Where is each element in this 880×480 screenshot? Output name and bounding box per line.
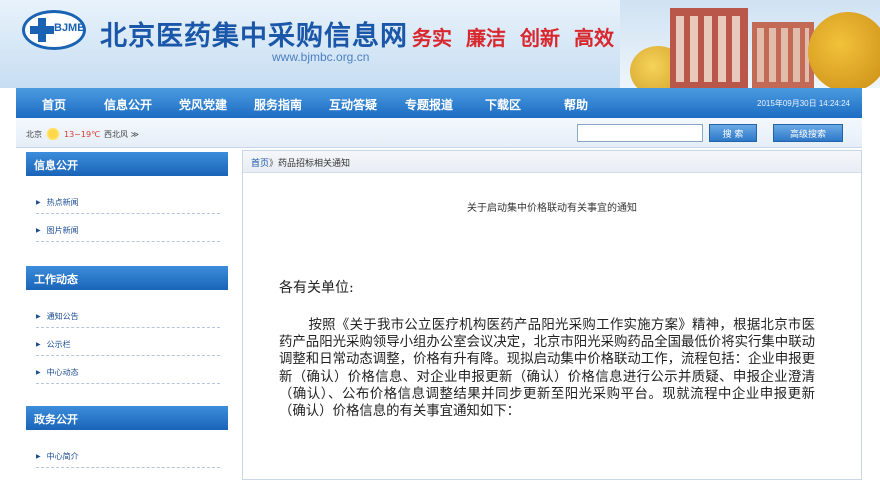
nav-item-service-guide[interactable]: 服务指南 <box>254 96 302 113</box>
medical-cross-icon <box>30 18 54 42</box>
weather-city: 北京 <box>26 129 42 139</box>
bullet-icon: ▶ <box>36 227 41 234</box>
slogan: 务实 <box>412 26 452 50</box>
current-datetime: 2015年09月30日 14:24:24 <box>757 99 850 108</box>
bullet-icon: ▶ <box>36 341 41 348</box>
sidebar-item-label: 公示栏 <box>46 340 71 349</box>
bullet-icon: ▶ <box>36 369 41 376</box>
sidebar-item-hot-news[interactable]: ▶ 热点新闻 <box>36 192 220 214</box>
advanced-search-button[interactable]: 高级搜索 <box>773 124 843 142</box>
breadcrumb-separator: 》 <box>269 159 279 169</box>
nav-item-download[interactable]: 下载区 <box>485 96 521 113</box>
sub-bar: 北京 13~19℃ 西北风 ≫ 搜 索 高级搜索 <box>16 118 862 148</box>
site-url: www.bjmbc.org.cn <box>272 50 370 64</box>
sidebar-section-title[interactable]: 政务公开 <box>26 406 228 430</box>
sidebar-item-label: 中心简介 <box>46 452 79 461</box>
search-button[interactable]: 搜 索 <box>709 124 757 142</box>
sidebar-item-center-news[interactable]: ▶ 中心动态 <box>36 362 220 384</box>
slogans: 务实 廉洁 创新 高效 <box>412 22 614 51</box>
sidebar-item-label: 热点新闻 <box>46 198 79 207</box>
slogan: 廉洁 <box>466 26 506 50</box>
slogan: 创新 <box>520 26 560 50</box>
sidebar-item-label: 图片新闻 <box>46 226 79 235</box>
sidebar-item-photo-news[interactable]: ▶ 图片新闻 <box>36 220 220 242</box>
sidebar-section-title[interactable]: 工作动态 <box>26 266 228 290</box>
nav-item-party[interactable]: 党风党建 <box>179 96 227 113</box>
nav-item-qa[interactable]: 互动答疑 <box>329 96 377 113</box>
logo-text: BJMB <box>54 22 86 34</box>
article-title: 关于启动集中价格联动有关事宜的通知 <box>467 203 637 214</box>
main-nav: 首页 信息公开 党风党建 服务指南 互动答疑 专题报道 下载区 帮助 2015年… <box>16 88 862 118</box>
weather-wind: 西北风 ≫ <box>104 129 139 139</box>
weather-widget: 北京 13~19℃ 西北风 ≫ <box>26 128 139 140</box>
article-salutation: 各有关单位: <box>279 280 354 296</box>
article-body: 按照《关于我市公立医疗机构医药产品阳光采购工作实施方案》精神，根据北京市医药产品… <box>279 318 815 420</box>
slogan: 高效 <box>574 26 614 50</box>
bullet-icon: ▶ <box>36 199 41 206</box>
bullet-icon: ▶ <box>36 453 41 460</box>
article-panel: 首页 》 药品招标相关通知 关于启动集中价格联动有关事宜的通知 各有关单位: 按… <box>242 150 862 480</box>
sidebar-item-center-intro[interactable]: ▶ 中心简介 <box>36 446 220 468</box>
sidebar-item-label: 中心动态 <box>46 368 79 377</box>
search-input[interactable] <box>577 124 703 142</box>
nav-item-special-report[interactable]: 专题报道 <box>405 96 453 113</box>
left-sidebar: 信息公开 ▶ 热点新闻 ▶ 图片新闻 工作动态 ▶ 通知公告 ▶ 公示栏 ▶ 中… <box>26 152 228 480</box>
sidebar-section-title[interactable]: 信息公开 <box>26 152 228 176</box>
sidebar-item-bulletin[interactable]: ▶ 公示栏 <box>36 334 220 356</box>
breadcrumb-current[interactable]: 药品招标相关通知 <box>278 156 350 169</box>
sidebar-item-label: 通知公告 <box>46 312 79 321</box>
header-campus-image <box>620 0 880 88</box>
weather-temp: 13~19℃ <box>64 129 101 139</box>
breadcrumb-home-link[interactable]: 首页 <box>251 156 269 169</box>
nav-item-info-public[interactable]: 信息公开 <box>104 96 152 113</box>
bullet-icon: ▶ <box>36 313 41 320</box>
breadcrumb: 首页 》 药品招标相关通知 <box>243 151 861 173</box>
nav-item-help[interactable]: 帮助 <box>564 96 588 113</box>
sun-icon <box>46 128 60 140</box>
sidebar-item-notices[interactable]: ▶ 通知公告 <box>36 306 220 328</box>
site-title: 北京医药集中采购信息网 <box>100 21 408 52</box>
site-header: BJMB 北京医药集中采购信息网 www.bjmbc.org.cn 务实 廉洁 … <box>0 0 880 88</box>
nav-item-home[interactable]: 首页 <box>42 96 66 113</box>
